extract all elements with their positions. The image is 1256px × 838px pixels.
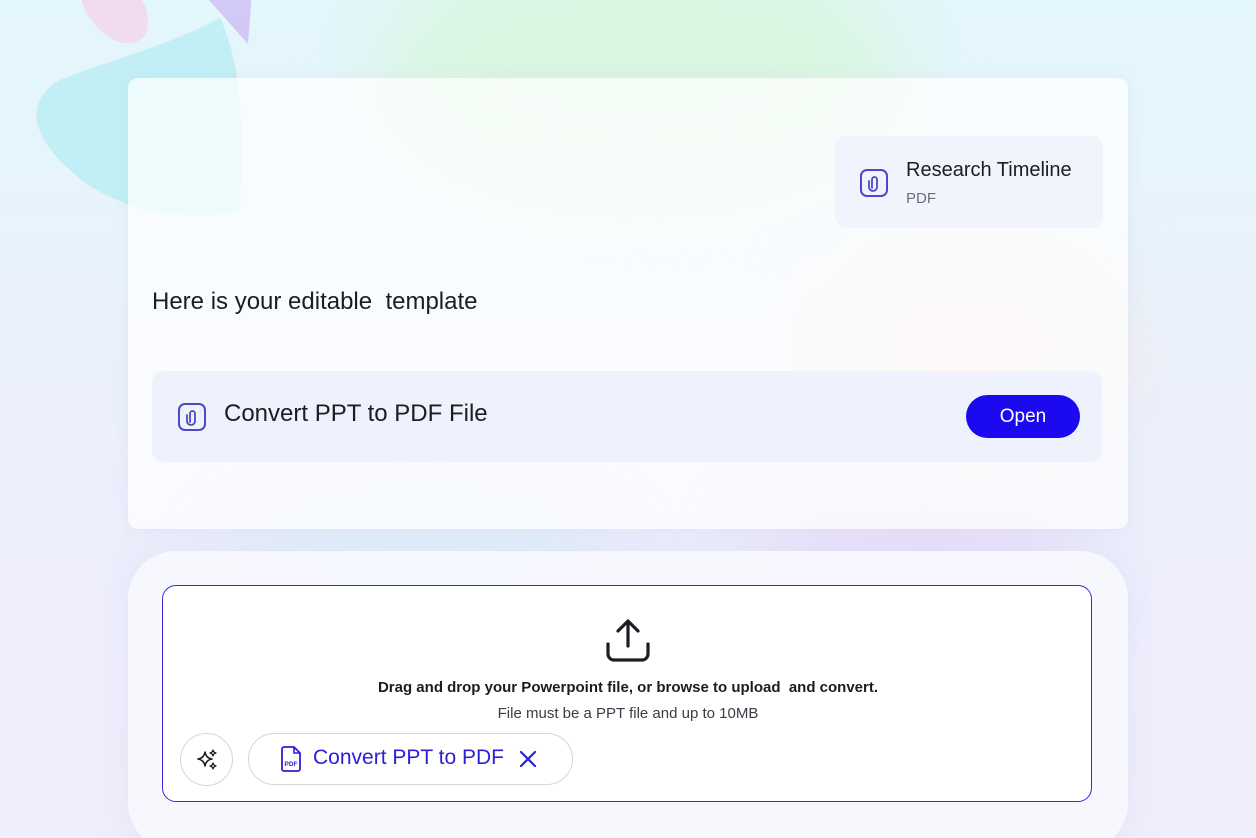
paperclip-icon [178, 403, 206, 431]
file-card-title: Convert PPT to PDF File [224, 400, 488, 427]
close-icon[interactable] [517, 748, 539, 770]
attachment-title: Research Timeline [906, 159, 1072, 181]
ai-sparkle-button[interactable] [180, 733, 233, 786]
svg-text:PDF: PDF [285, 761, 298, 768]
assistant-message: Here is your editable template [152, 288, 478, 315]
dropzone-title: Drag and drop your Powerpoint file, or b… [377, 679, 879, 696]
dropzone-subtitle: File must be a PPT file and up to 10MB [497, 705, 759, 722]
pdf-file-icon: PDF [281, 746, 301, 772]
attachment-type: PDF [906, 190, 936, 207]
upload-icon [606, 619, 650, 662]
tool-chip-label: Convert PPT to PDF [313, 746, 505, 769]
open-button[interactable]: Open [966, 395, 1080, 438]
sparkle-icon [196, 748, 217, 770]
paperclip-icon [860, 169, 888, 197]
